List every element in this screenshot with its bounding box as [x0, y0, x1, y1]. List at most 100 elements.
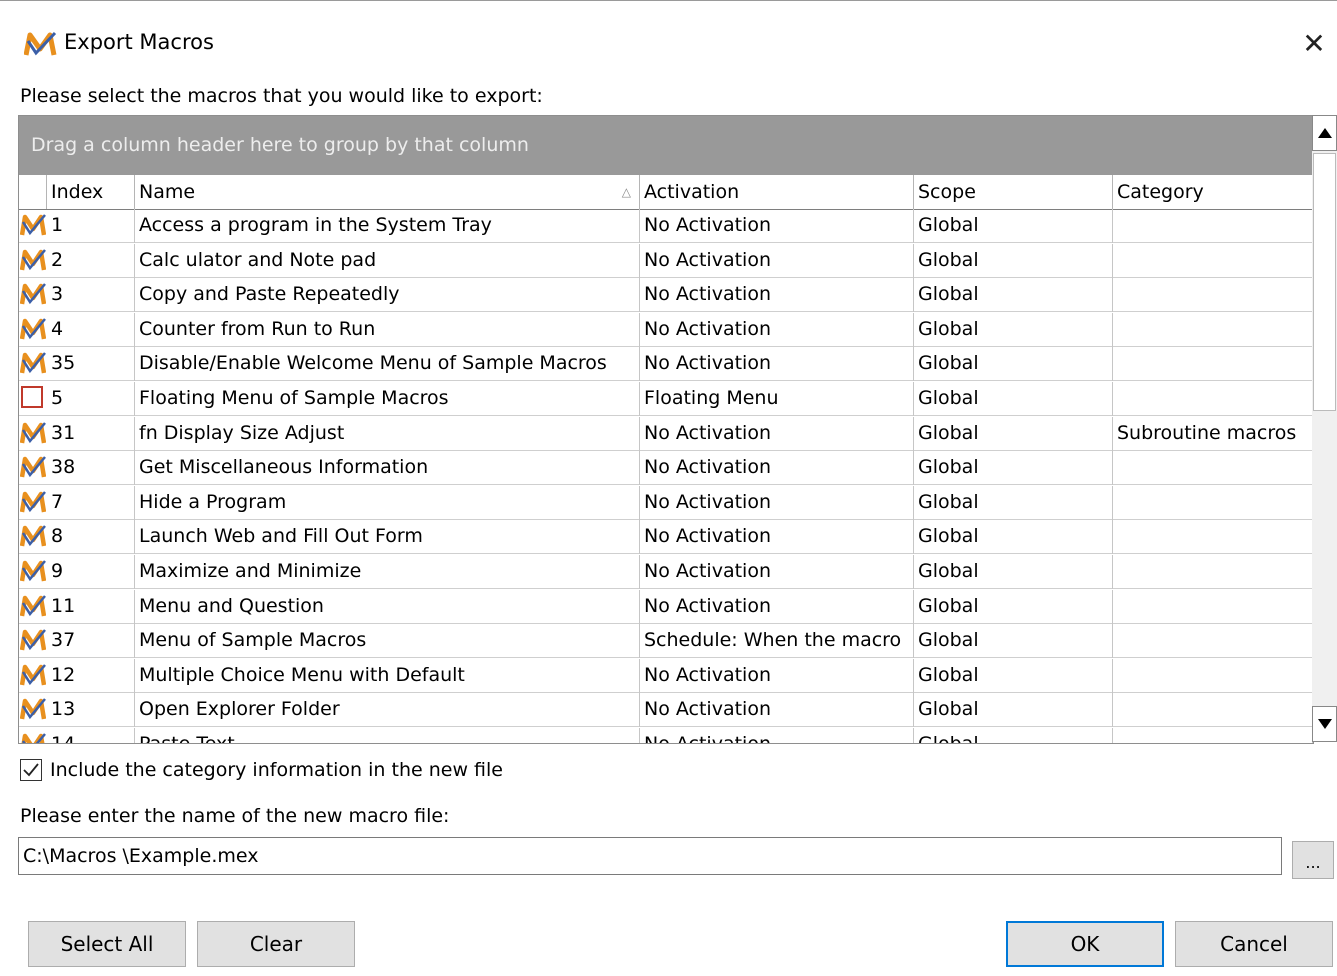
- cell-name: Launch Web and Fill Out Form: [135, 520, 640, 555]
- table-row[interactable]: 12 Multiple Choice Menu with Default No Ac…: [19, 658, 1313, 693]
- table-row[interactable]: 4 Counter from Run to Run No Activation Glo…: [19, 312, 1313, 347]
- row-select-toggle[interactable]: [19, 486, 47, 520]
- header-select-column[interactable]: [19, 175, 47, 209]
- macro-check-icon: [21, 733, 46, 743]
- row-select-toggle[interactable]: [19, 624, 47, 658]
- table-row[interactable]: 35 Disable/Enable Welcome Menu of Sample …: [19, 347, 1313, 382]
- cell-activation: No Activation: [640, 658, 914, 693]
- row-select-toggle[interactable]: [19, 728, 47, 743]
- cell-name: Paste Text: [135, 728, 640, 743]
- cell-index: 35: [47, 347, 135, 382]
- cell-name: Counter from Run to Run: [135, 312, 640, 347]
- column-header-activation[interactable]: Activation: [640, 175, 914, 209]
- table-row[interactable]: 37 Menu of Sample Macros Schedule: When th…: [19, 624, 1313, 659]
- column-header-scope[interactable]: Scope: [914, 175, 1113, 209]
- scroll-up-button[interactable]: [1312, 115, 1337, 151]
- browse-button[interactable]: ...: [1292, 841, 1334, 879]
- row-select-toggle[interactable]: [19, 382, 47, 416]
- file-path-input[interactable]: [18, 837, 1282, 875]
- include-category-option[interactable]: Include the category information in the …: [20, 757, 503, 783]
- cell-category: [1113, 624, 1313, 659]
- row-select-toggle[interactable]: [19, 347, 47, 381]
- triangle-down-icon: [1317, 719, 1332, 729]
- cell-activation: No Activation: [640, 209, 914, 243]
- cancel-button[interactable]: Cancel: [1175, 921, 1333, 967]
- table-row[interactable]: 9 Maximize and Minimize No Activation Globa…: [19, 555, 1313, 589]
- cell-category: [1113, 278, 1313, 313]
- table-row[interactable]: 3 Copy and Paste Repeatedly No Activation G…: [19, 278, 1313, 313]
- cell-index: 8: [47, 520, 135, 555]
- cell-index: 38: [47, 451, 135, 486]
- table-row[interactable]: 13 Open Explorer Folder No Activation Globa…: [19, 693, 1313, 728]
- checkmark-icon: [23, 763, 39, 777]
- cell-name: Hide a Program: [135, 485, 640, 520]
- table-row[interactable]: 7 Hide a Program No Activation Global: [19, 485, 1313, 520]
- column-header-index[interactable]: Index: [47, 175, 135, 209]
- macro-check-icon: [20, 525, 46, 547]
- row-select-toggle[interactable]: [19, 659, 47, 693]
- clear-button[interactable]: Clear: [197, 921, 355, 967]
- cell-index: 2: [47, 243, 135, 278]
- table-row[interactable]: 38 Get Miscellaneous Information No Activa…: [19, 451, 1313, 486]
- cell-category: [1113, 520, 1313, 555]
- row-select-toggle[interactable]: [19, 244, 47, 278]
- macro-check-icon: [20, 317, 46, 340]
- triangle-up-icon: [1317, 128, 1332, 138]
- macro-check-icon: [20, 421, 46, 443]
- cell-activation: No Activation: [640, 347, 914, 382]
- cell-scope: Global: [914, 520, 1113, 555]
- row-select-toggle[interactable]: [19, 417, 47, 451]
- cell-name: fn Display Size Adjust: [135, 416, 640, 451]
- macro-check-icon: [20, 352, 46, 374]
- cell-activation: Schedule: When the macro: [640, 624, 914, 659]
- cell-name: Menu and Question: [135, 589, 640, 624]
- row-select-toggle[interactable]: [19, 451, 47, 485]
- cell-category: [1113, 209, 1313, 243]
- cell-category: [1113, 347, 1313, 382]
- select-all-button[interactable]: Select All: [28, 921, 186, 967]
- vertical-scrollbar[interactable]: [1312, 115, 1337, 742]
- close-button[interactable]: ✕: [1291, 15, 1337, 71]
- row-select-toggle[interactable]: [19, 313, 47, 347]
- cell-activation: No Activation: [640, 728, 914, 743]
- table-row[interactable]: 1 Access a program in the System Tray No A…: [19, 209, 1313, 243]
- row-select-toggle[interactable]: [19, 555, 47, 589]
- scroll-down-button[interactable]: [1312, 706, 1337, 742]
- cell-index: 31: [47, 416, 135, 451]
- cell-activation: No Activation: [640, 589, 914, 624]
- row-select-toggle[interactable]: [19, 278, 47, 312]
- row-select-toggle[interactable]: [19, 693, 47, 727]
- row-select-toggle[interactable]: [19, 209, 47, 243]
- table-row[interactable]: 31 fn Display Size Adjust No Activation Glo…: [19, 416, 1313, 451]
- include-category-checkbox[interactable]: [20, 759, 42, 781]
- file-name-prompt: Please enter the name of the new macro f…: [20, 805, 450, 827]
- column-header-category[interactable]: Category: [1113, 175, 1313, 209]
- table-row[interactable]: 2 Calc ulator and Note pad No Activation Gl…: [19, 243, 1313, 278]
- cell-name: Copy and Paste Repeatedly: [135, 278, 640, 313]
- cell-index: 11: [47, 589, 135, 624]
- cell-name: Disable/Enable Welcome Menu of Sample Ma…: [135, 347, 640, 382]
- macro-check-icon: [20, 214, 46, 236]
- cell-scope: Global: [914, 624, 1113, 659]
- table-row[interactable]: 5 Floating Menu of Sample Macros Floating …: [19, 382, 1313, 416]
- macro-check-icon: [20, 663, 46, 686]
- group-by-area[interactable]: Drag a column header here to group by th…: [19, 116, 1313, 175]
- table-row[interactable]: 11 Menu and Question No Activation Global: [19, 589, 1313, 624]
- macro-check-icon: [20, 283, 46, 305]
- cell-category: Subroutine macros: [1113, 416, 1313, 451]
- row-select-toggle[interactable]: [19, 520, 47, 554]
- ok-button[interactable]: OK: [1006, 921, 1164, 967]
- include-category-label: Include the category information in the …: [50, 759, 503, 781]
- cell-category: [1113, 555, 1313, 589]
- cell-category: [1113, 382, 1313, 416]
- table-row[interactable]: 8 Launch Web and Fill Out Form No Activati…: [19, 520, 1313, 555]
- column-header-name[interactable]: Name △: [135, 175, 640, 209]
- macro-grid[interactable]: Drag a column header here to group by th…: [18, 115, 1314, 744]
- scrollbar-thumb[interactable]: [1313, 153, 1336, 411]
- macro-check-icon: [20, 456, 46, 478]
- row-select-toggle[interactable]: [19, 590, 47, 624]
- cell-activation: No Activation: [640, 416, 914, 451]
- table-row[interactable]: 14 Paste Text No Activation Global: [19, 728, 1313, 743]
- cell-scope: Global: [914, 278, 1113, 313]
- column-header-name-label: Name: [139, 181, 196, 203]
